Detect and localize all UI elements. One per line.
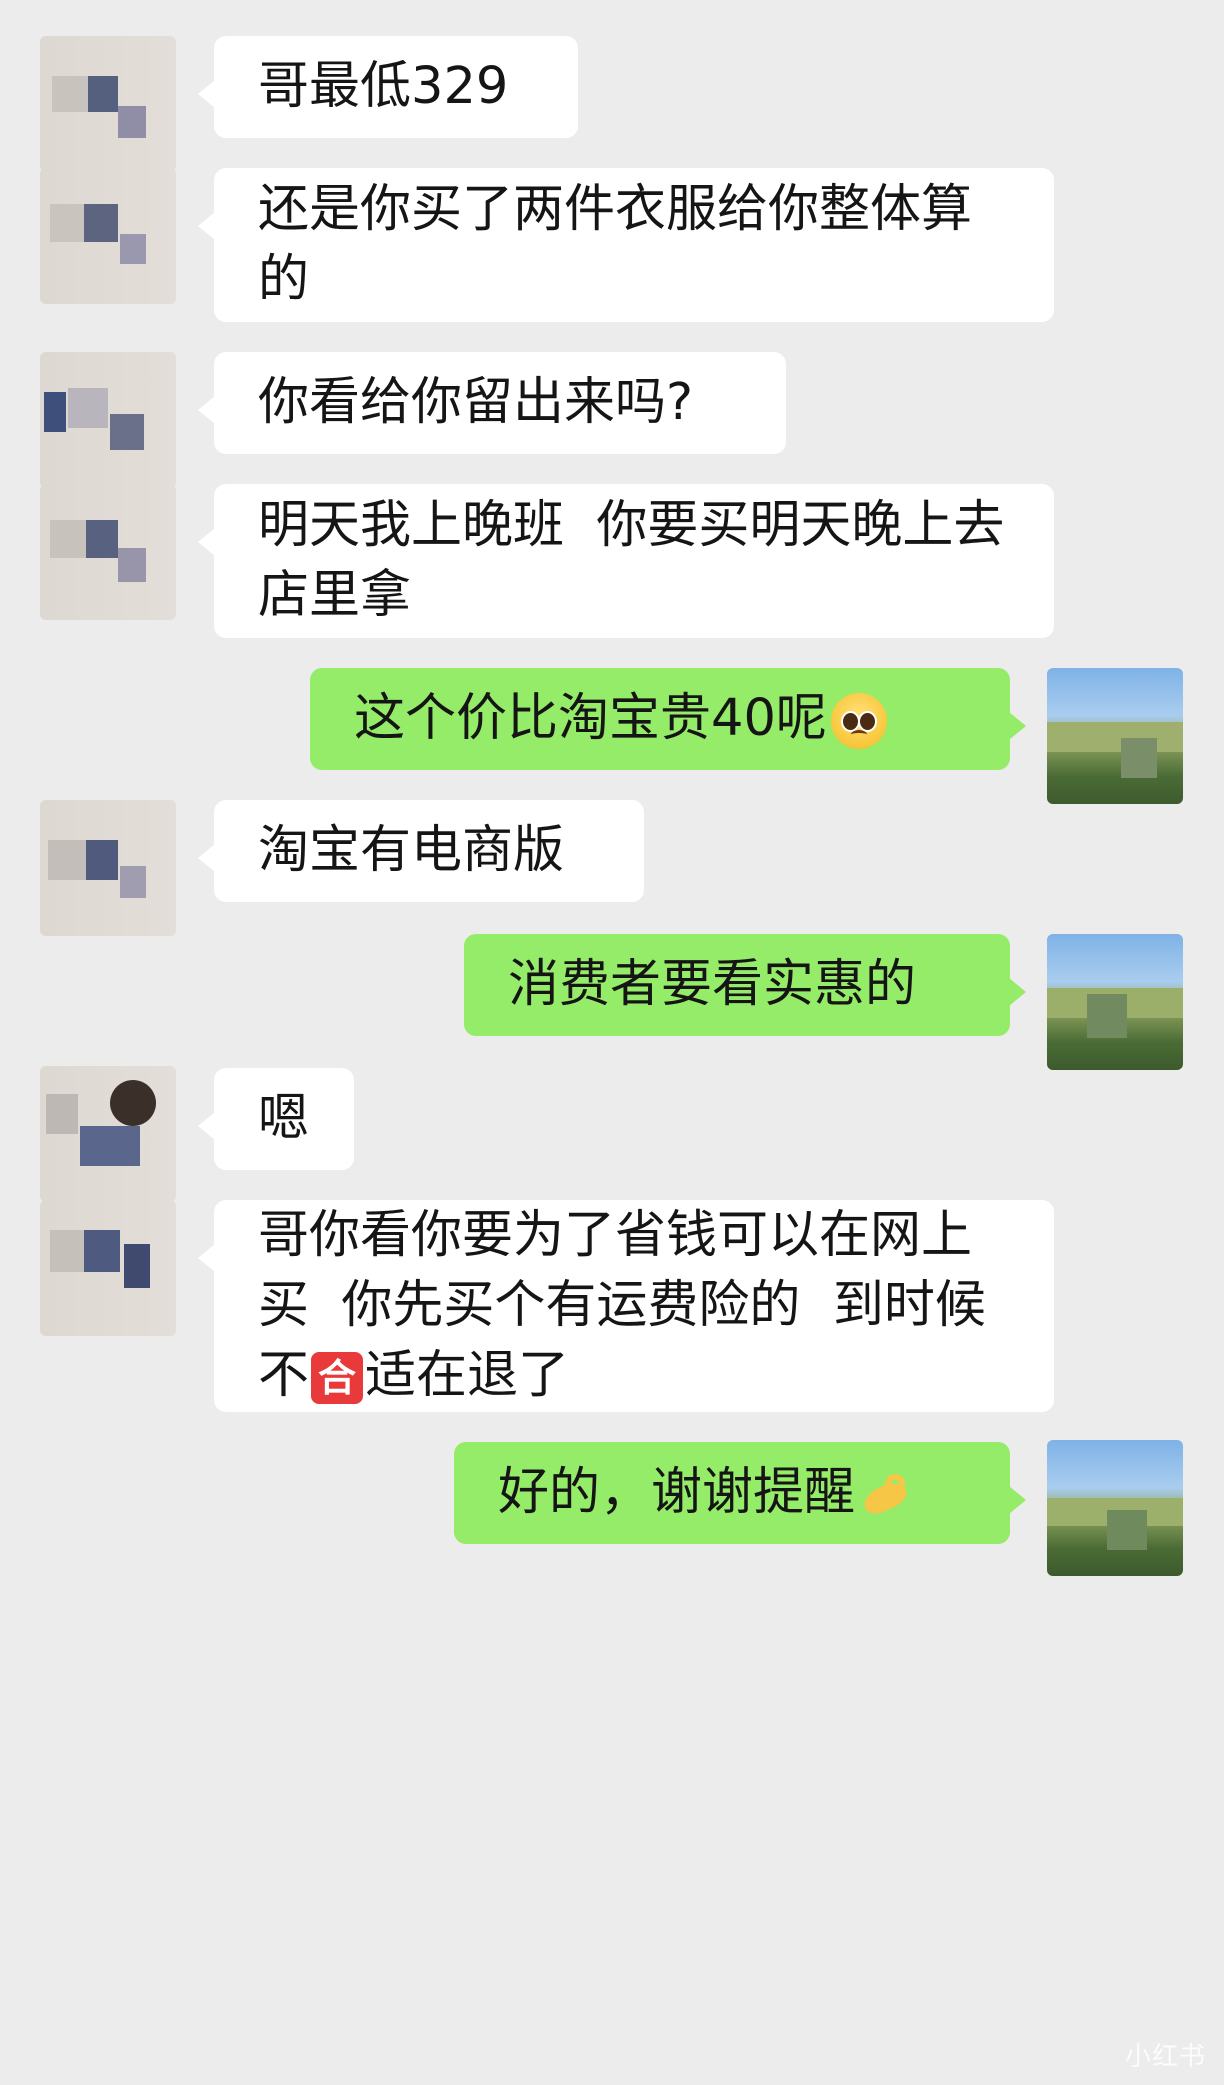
message-text: 淘宝有电商版 [258, 821, 565, 880]
contact-avatar[interactable] [40, 1066, 176, 1202]
outgoing-message-bubble[interactable]: 这个价比淘宝贵40呢 [310, 668, 1026, 770]
message-text: 明天我上晚班 你要买明天晚上去店里拿 [258, 496, 1005, 625]
watermark: 小红书 [1124, 2042, 1206, 2072]
he-acceptable-icon: 合 [311, 1352, 364, 1404]
contact-avatar[interactable] [40, 168, 176, 304]
contact-avatar[interactable] [40, 1200, 176, 1336]
incoming-message-bubble[interactable]: 淘宝有电商版 [198, 800, 644, 902]
outgoing-message-bubble[interactable]: 好的，谢谢提醒 [454, 1442, 1026, 1544]
my-avatar[interactable] [1047, 1440, 1183, 1576]
message-text: 你看给你留出来吗? [258, 373, 694, 432]
message-text: 哥你看你要为了省钱可以在网上买 你先买个有运费险的 到时候不合适在退了 [258, 1206, 986, 1405]
outgoing-message-bubble[interactable]: 消费者要看实惠的 [464, 934, 1026, 1036]
pleading-face-icon [830, 693, 887, 749]
incoming-message-bubble[interactable]: 明天我上晚班 你要买明天晚上去店里拿 [198, 484, 1054, 638]
my-avatar[interactable] [1047, 934, 1183, 1070]
incoming-message-bubble[interactable]: 还是你买了两件衣服给你整体算的 [198, 168, 1054, 322]
message-text: 嗯 [258, 1089, 310, 1148]
message-text: 哥最低329 [258, 57, 509, 116]
my-avatar[interactable] [1047, 668, 1183, 804]
message-text: 这个价比淘宝贵40呢 [354, 684, 887, 754]
incoming-message-bubble[interactable]: 哥你看你要为了省钱可以在网上买 你先买个有运费险的 到时候不合适在退了 [198, 1200, 1054, 1412]
incoming-message-bubble[interactable]: 嗯 [198, 1068, 354, 1170]
incoming-message-bubble[interactable]: 你看给你留出来吗? [198, 352, 786, 454]
contact-avatar[interactable] [40, 484, 176, 620]
contact-avatar[interactable] [40, 800, 176, 936]
ok-hand-icon [859, 1468, 913, 1522]
incoming-message-bubble[interactable]: 哥最低329 [198, 36, 578, 138]
contact-avatar[interactable] [40, 36, 176, 172]
message-text: 还是你买了两件衣服给你整体算的 [258, 180, 973, 309]
message-text: 消费者要看实惠的 [508, 955, 917, 1014]
message-text: 好的，谢谢提醒 [498, 1458, 913, 1528]
contact-avatar[interactable] [40, 352, 176, 488]
